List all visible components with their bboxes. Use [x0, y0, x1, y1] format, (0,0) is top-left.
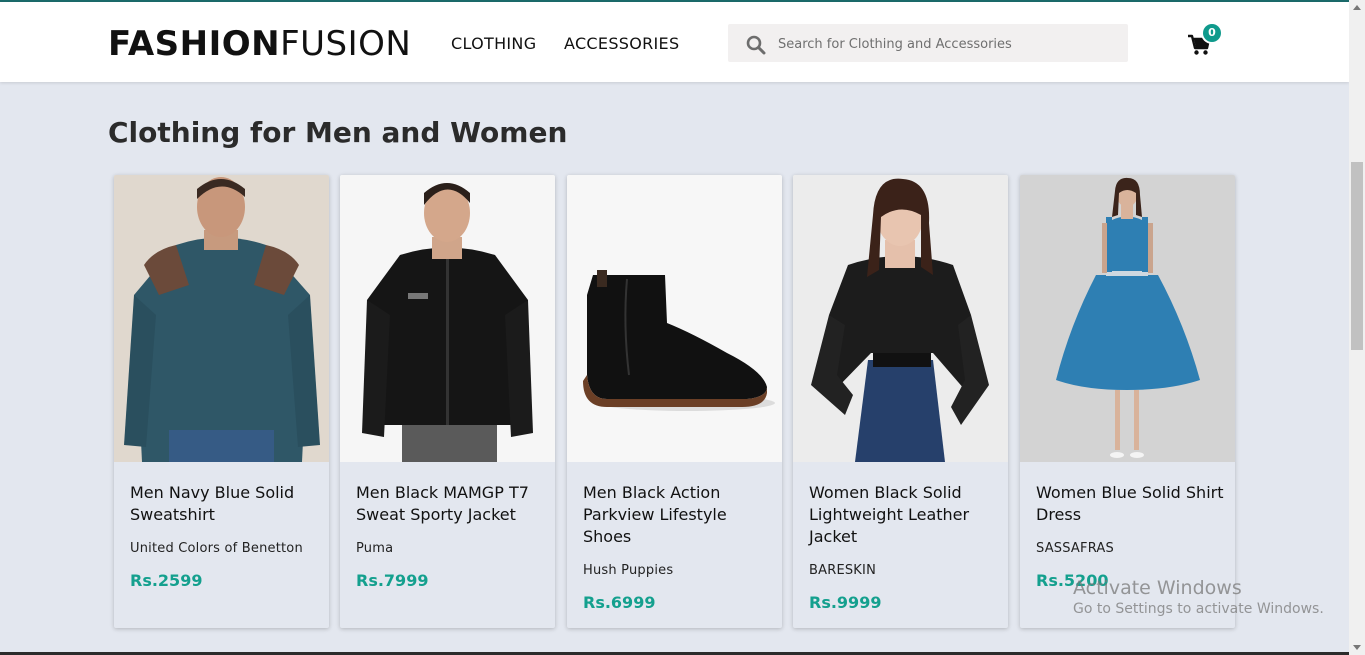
product-price: Rs.5200: [1036, 571, 1109, 590]
nav-clothing[interactable]: CLOTHING: [451, 34, 536, 53]
product-card[interactable]: Men Navy Blue Solid Sweatshirt United Co…: [114, 175, 329, 628]
product-brand: Hush Puppies: [583, 563, 674, 578]
search-icon[interactable]: [746, 35, 766, 55]
product-price: Rs.9999: [809, 593, 882, 612]
search-input[interactable]: [776, 24, 1120, 64]
scroll-down-arrow-icon[interactable]: [1353, 645, 1361, 650]
product-name[interactable]: Men Black Action Parkview Lifestyle Shoe…: [583, 482, 773, 548]
logo-light-text: FUSION: [280, 24, 412, 64]
product-brand: SASSAFRAS: [1036, 541, 1114, 556]
nav-accessories[interactable]: ACCESSORIES: [564, 34, 679, 53]
product-card[interactable]: Men Black MAMGP T7 Sweat Sporty Jacket P…: [340, 175, 555, 628]
scroll-up-arrow-icon[interactable]: [1353, 5, 1361, 10]
product-price: Rs.7999: [356, 571, 429, 590]
page-title: Clothing for Men and Women: [108, 116, 568, 149]
site-logo[interactable]: FASHIONFUSION: [108, 24, 411, 64]
search-bar: [728, 24, 1128, 64]
product-name[interactable]: Women Black Solid Lightweight Leather Ja…: [809, 482, 999, 548]
product-name[interactable]: Men Black MAMGP T7 Sweat Sporty Jacket: [356, 482, 546, 526]
product-card[interactable]: Men Black Action Parkview Lifestyle Shoe…: [567, 175, 782, 628]
product-name[interactable]: Men Navy Blue Solid Sweatshirt: [130, 482, 320, 526]
scrollbar-thumb[interactable]: [1351, 162, 1363, 350]
product-name[interactable]: Women Blue Solid Shirt Dress: [1036, 482, 1226, 526]
vertical-scrollbar[interactable]: [1349, 0, 1365, 655]
product-brand: BARESKIN: [809, 563, 876, 578]
product-brand: United Colors of Benetton: [130, 541, 303, 556]
product-image-shoes[interactable]: [567, 175, 782, 462]
product-price: Rs.6999: [583, 593, 656, 612]
product-image-shirt-dress[interactable]: [1020, 175, 1235, 462]
product-image-sweatshirt[interactable]: [114, 175, 329, 462]
product-card[interactable]: Women Black Solid Lightweight Leather Ja…: [793, 175, 1008, 628]
site-header: FASHIONFUSION CLOTHING ACCESSORIES 0: [0, 2, 1349, 82]
product-image-sporty-jacket[interactable]: [340, 175, 555, 462]
product-card[interactable]: Women Blue Solid Shirt Dress SASSAFRAS R…: [1020, 175, 1235, 628]
logo-bold-text: FASHION: [108, 24, 281, 64]
cart-count-badge: 0: [1203, 24, 1221, 42]
product-image-leather-jacket[interactable]: [793, 175, 1008, 462]
product-brand: Puma: [356, 541, 394, 556]
product-price: Rs.2599: [130, 571, 203, 590]
